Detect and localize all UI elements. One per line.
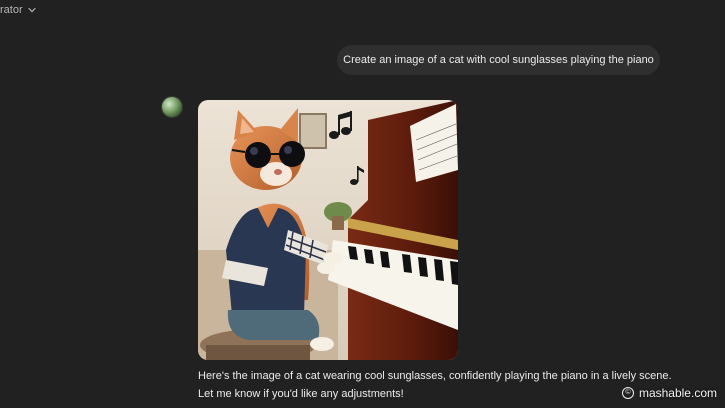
assistant-avatar [162, 97, 182, 117]
response-line: Let me know if you'd like any adjustment… [198, 388, 404, 400]
watermark: © mashable.com [621, 386, 717, 400]
chat-page: rator Create an image of a cat with cool… [0, 0, 725, 408]
chevron-down-icon [28, 7, 36, 13]
model-selector-label: rator [0, 4, 23, 16]
user-message-text: Create an image of a cat with cool sungl… [343, 54, 654, 66]
watermark-text: mashable.com [638, 386, 717, 400]
generated-image[interactable] [198, 100, 458, 360]
copyright-icon: © [621, 387, 634, 399]
user-message-bubble: Create an image of a cat with cool sungl… [337, 45, 660, 75]
cat-piano-illustration [198, 100, 458, 360]
assistant-response: Here's the image of a cat wearing cool s… [198, 367, 678, 403]
model-selector[interactable]: rator [0, 4, 37, 16]
response-line: Here's the image of a cat wearing cool s… [198, 370, 672, 382]
